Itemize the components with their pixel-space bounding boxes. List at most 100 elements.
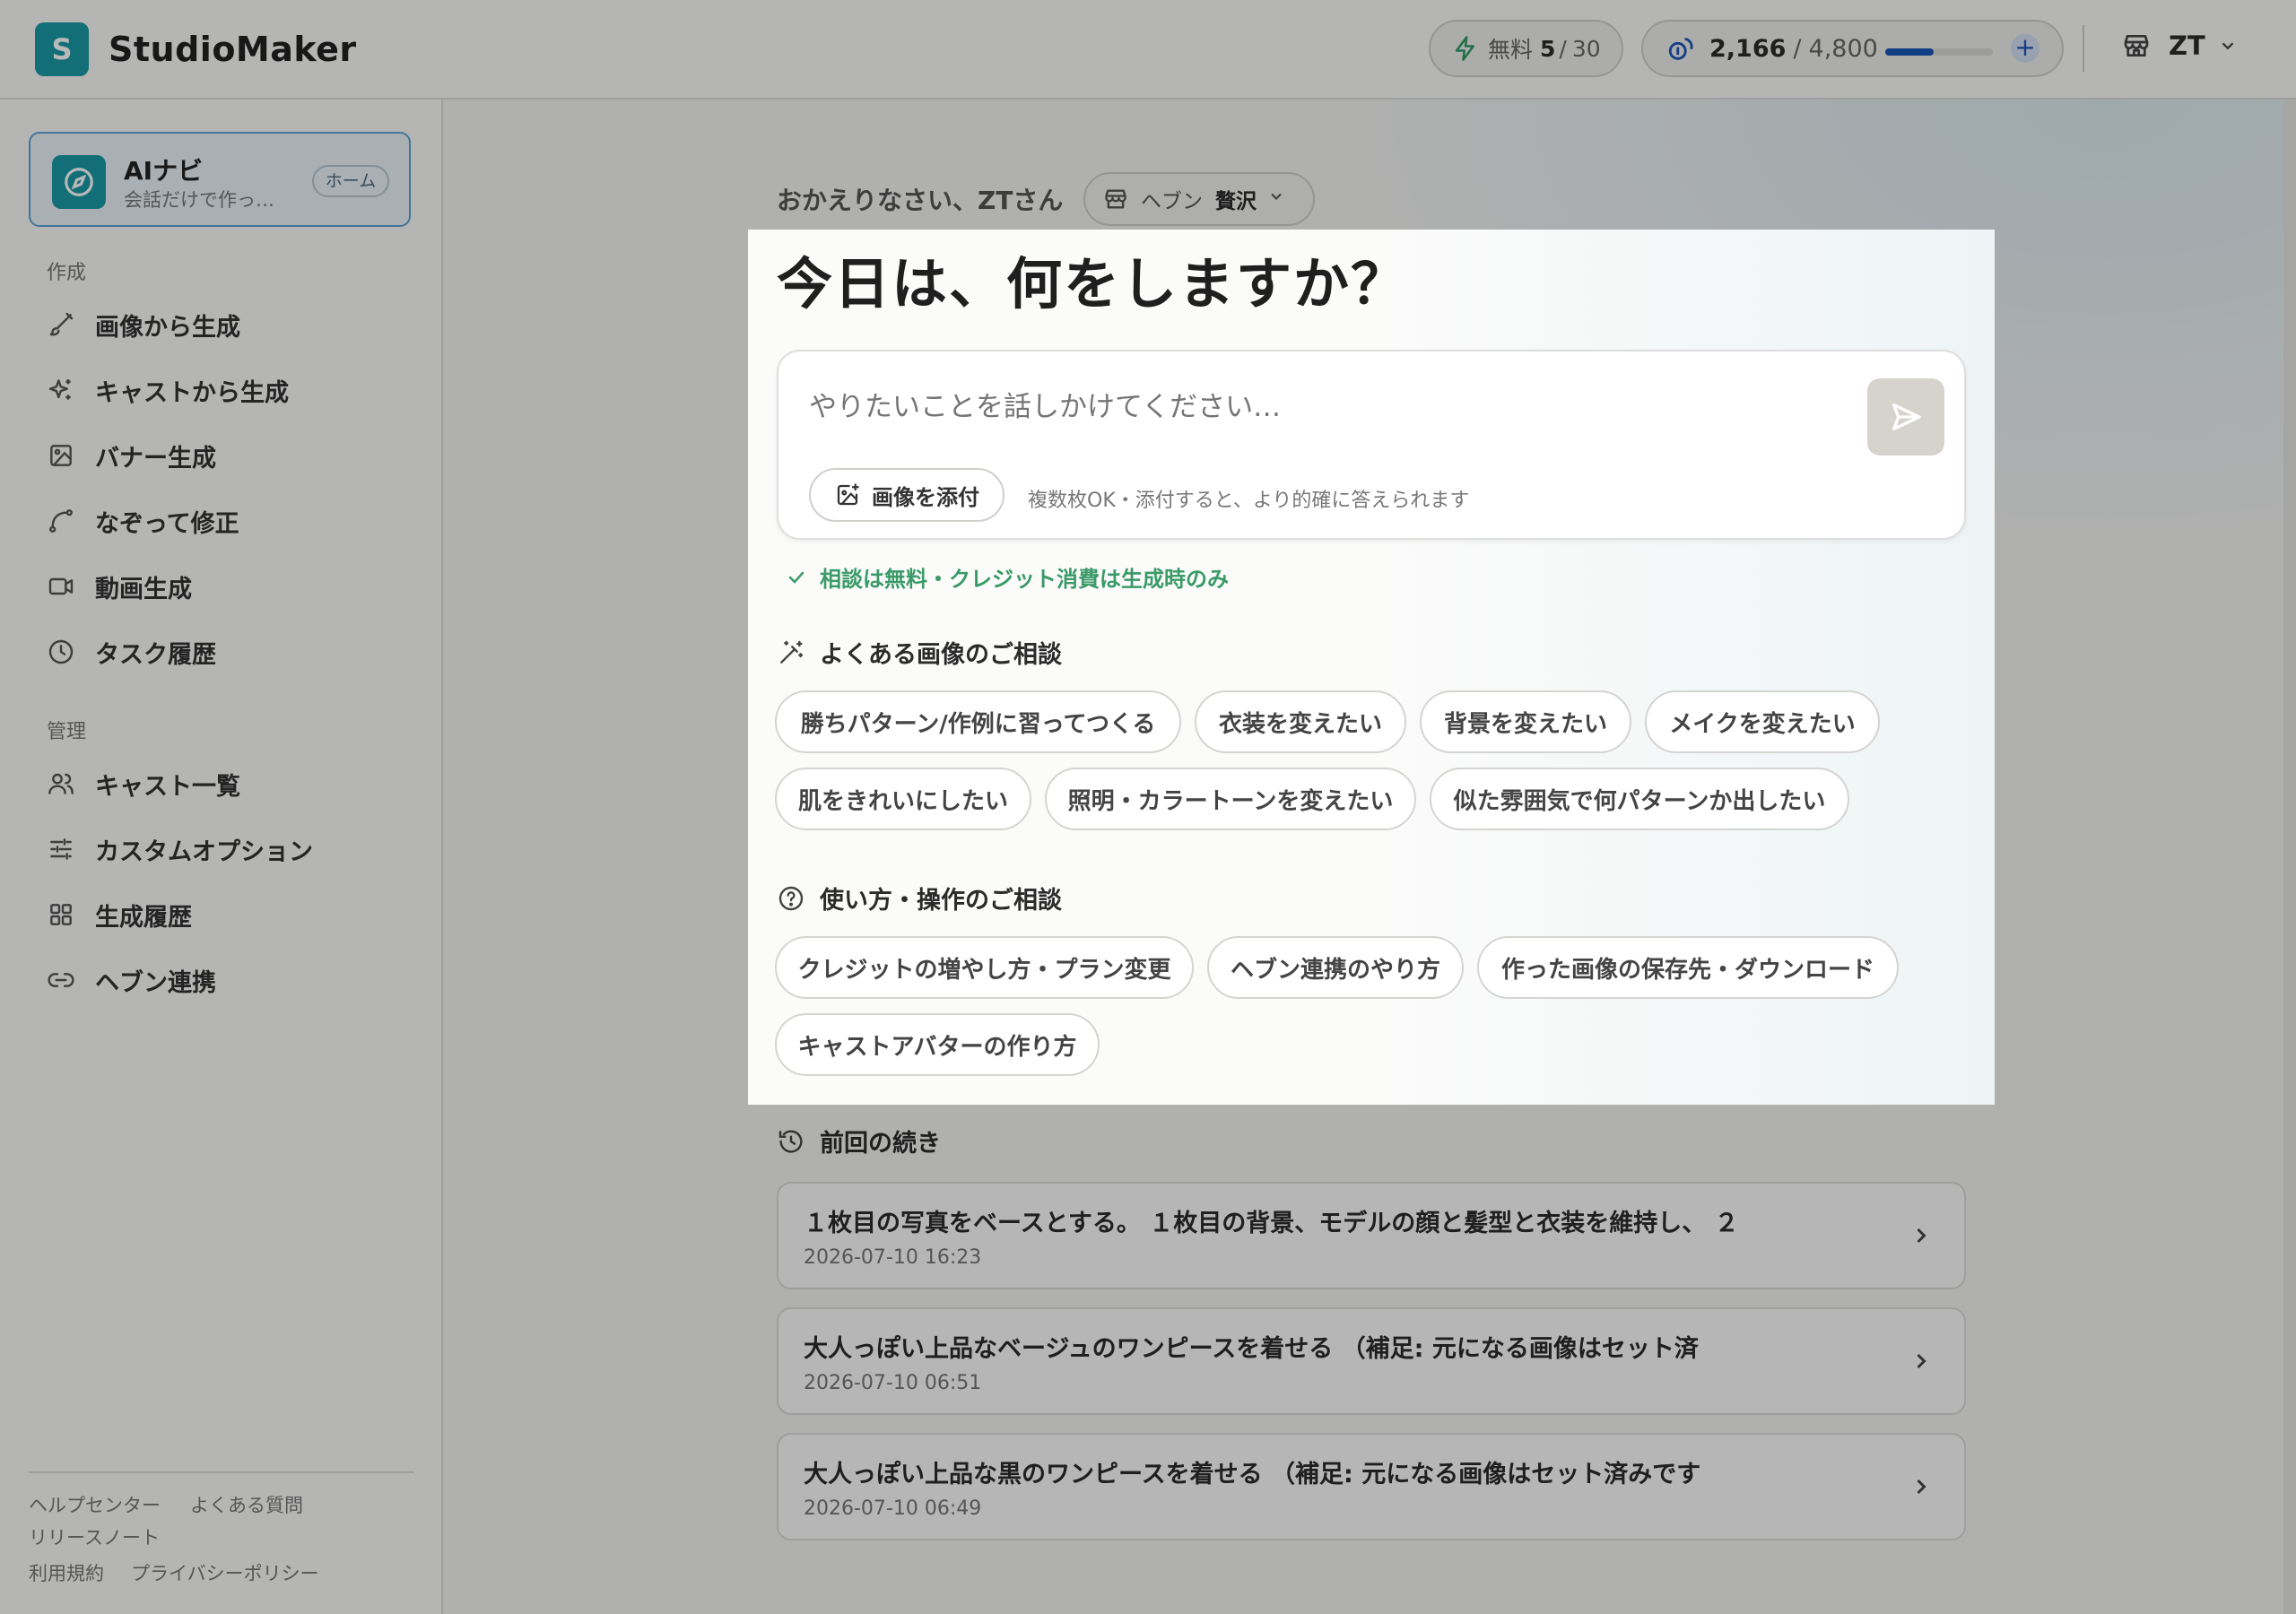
sidebar-item-label: ヘブン連携 xyxy=(95,968,216,997)
sidebar-item-label: キャスト一覧 xyxy=(95,772,240,801)
coins-icon xyxy=(1666,33,1697,64)
app-logo: S xyxy=(35,22,89,76)
help-center-link[interactable]: ヘルプセンター xyxy=(29,1491,161,1518)
free-quota-badge[interactable]: 無料 5 / 30 xyxy=(1429,20,1623,77)
sidebar-item-custom-options[interactable]: カスタムオプション xyxy=(47,829,313,869)
link-icon xyxy=(47,966,75,994)
chat-composer: 画像を添付 複数枚OK・添付すると、より的確に答えられます xyxy=(777,350,1966,540)
privacy-policy-link[interactable]: プライバシーポリシー xyxy=(131,1559,319,1586)
sidebar-item-label: バナー生成 xyxy=(95,444,216,473)
sidebar-item-label: 画像から生成 xyxy=(95,313,240,342)
suggestion-chip[interactable]: キャストアバターの作り方 xyxy=(775,1013,1100,1076)
previous-session-date: 2026-07-10 06:49 xyxy=(804,1497,982,1520)
free-separator: / xyxy=(1559,35,1567,62)
ai-navi-subtitle: 会話だけで作っ… xyxy=(124,189,274,211)
store-label: ヘブン xyxy=(1141,190,1203,213)
attach-image-button[interactable]: 画像を添付 xyxy=(809,468,1004,522)
sidebar-item-task-history[interactable]: タスク履歴 xyxy=(47,632,216,672)
faq-link[interactable]: よくある質問 xyxy=(190,1491,303,1518)
credits-progress-fill xyxy=(1885,48,1934,56)
previous-session-item[interactable]: １枚目の写真をベースとする。 １枚目の背景、モデルの顔と髪型と衣装を維持し、 ２… xyxy=(777,1182,1966,1289)
store-icon xyxy=(1103,187,1128,212)
send-button[interactable] xyxy=(1867,378,1944,456)
sidebar-item-video[interactable]: 動画生成 xyxy=(47,567,192,606)
sidebar-item-label: 生成履歴 xyxy=(95,903,192,932)
store-selector[interactable]: ヘブン 贅沢 xyxy=(1083,172,1315,226)
sidebar-item-label: タスク履歴 xyxy=(95,640,216,669)
suggestion-chip[interactable]: 背景を変えたい xyxy=(1420,690,1631,753)
previous-session-item[interactable]: 大人っぽい上品な黒のワンピースを着せる （補足: 元になる画像はセット済みです … xyxy=(777,1433,1966,1540)
history-icon xyxy=(777,1127,805,1156)
credits-total: 4,800 xyxy=(1808,34,1878,63)
credits-separator: / xyxy=(1793,34,1802,63)
brand[interactable]: S StudioMaker xyxy=(35,22,357,76)
sidebar-item-heaven-link[interactable]: ヘブン連携 xyxy=(47,960,216,1000)
attach-hint: 複数枚OK・添付すると、より的確に答えられます xyxy=(1028,490,1470,512)
free-consult-text: 相談は無料・クレジット消費は生成時のみ xyxy=(820,567,1229,592)
chat-input[interactable] xyxy=(809,391,1840,423)
suggestion-chip[interactable]: 肌をきれいにしたい xyxy=(775,768,1031,830)
account-menu[interactable]: ZT xyxy=(2122,30,2238,61)
clock-icon xyxy=(47,638,75,666)
suggestion-chip[interactable]: 照明・カラートーンを変えたい xyxy=(1045,768,1416,830)
compass-icon xyxy=(52,155,106,209)
home-badge: ホーム xyxy=(312,165,389,197)
page-scrollbar[interactable] xyxy=(2283,100,2296,1614)
previous-session-date: 2026-07-10 16:23 xyxy=(804,1246,982,1269)
suggestion-chip[interactable]: 似た雰囲気で何パターンか出したい xyxy=(1430,768,1849,830)
header-divider xyxy=(2083,25,2084,72)
greeting-text: おかえりなさい、ZTさん xyxy=(777,186,1064,215)
chevron-right-icon xyxy=(1909,1223,1934,1252)
attach-image-label: 画像を添付 xyxy=(872,484,979,510)
suggestion-chip[interactable]: 作った画像の保存先・ダウンロード xyxy=(1477,936,1899,999)
curve-icon xyxy=(47,507,75,535)
sidebar-item-label: なぞって修正 xyxy=(95,509,239,538)
help-circle-icon xyxy=(777,884,805,913)
previous-title: 前回の続き xyxy=(820,1130,941,1158)
suggestion-chip[interactable]: メイクを変えたい xyxy=(1645,690,1880,753)
suggestion-chip[interactable]: クレジットの増やし方・プラン変更 xyxy=(775,936,1194,999)
chevron-right-icon xyxy=(1909,1349,1934,1377)
store-name: 贅沢 xyxy=(1215,190,1257,213)
top-bar: S StudioMaker 無料 5 / 30 2,166 / 4,800 + … xyxy=(0,0,2296,100)
ai-navi-card[interactable]: AIナビ 会話だけで作っ… ホーム xyxy=(29,132,411,227)
image-consult-heading: よくある画像のご相談 xyxy=(777,635,1062,670)
suggestion-chip[interactable]: ヘブン連携のやり方 xyxy=(1207,936,1464,999)
store-icon xyxy=(2122,31,2151,60)
sidebar-item-banner[interactable]: バナー生成 xyxy=(47,436,216,475)
previous-session-text: 大人っぽい上品なベージュのワンピースを着せる （補足: 元になる画像はセット済 xyxy=(804,1335,1699,1363)
credits-value: 2,166 xyxy=(1709,34,1787,63)
terms-link[interactable]: 利用規約 xyxy=(29,1559,104,1586)
magic-wand-icon xyxy=(777,638,805,667)
section-label-manage: 管理 xyxy=(47,721,87,743)
sidebar-item-image-generate[interactable]: 画像から生成 xyxy=(47,305,240,344)
sidebar-item-trace-fix[interactable]: なぞって修正 xyxy=(47,501,239,541)
chevron-right-icon xyxy=(1909,1474,1934,1503)
users-icon xyxy=(47,769,75,798)
video-icon xyxy=(47,572,75,601)
release-notes-link[interactable]: リリースノート xyxy=(29,1523,160,1550)
previous-session-item[interactable]: 大人っぽい上品なベージュのワンピースを着せる （補足: 元になる画像はセット済 … xyxy=(777,1307,1966,1415)
previous-session-date: 2026-07-10 06:51 xyxy=(804,1372,982,1394)
sidebar-footer-divider xyxy=(29,1471,414,1473)
previous-session-text: １枚目の写真をベースとする。 １枚目の背景、モデルの顔と髪型と衣装を維持し、 ２ xyxy=(804,1210,1739,1237)
account-name: ZT xyxy=(2169,30,2205,61)
free-used: 5 xyxy=(1540,35,1556,62)
free-total: 30 xyxy=(1571,35,1601,62)
add-credits-button[interactable]: + xyxy=(2011,34,2039,63)
sidebar-item-label: キャストから生成 xyxy=(95,378,289,407)
image-icon xyxy=(47,441,75,470)
sidebar-item-generate-history[interactable]: 生成履歴 xyxy=(47,895,192,934)
free-label: 無料 xyxy=(1488,37,1534,63)
sidebar-item-label: カスタムオプション xyxy=(95,837,313,866)
suggestion-chip[interactable]: 衣装を変えたい xyxy=(1195,690,1406,753)
sidebar-item-cast-generate[interactable]: キャストから生成 xyxy=(47,370,289,410)
sidebar-item-cast-list[interactable]: キャスト一覧 xyxy=(47,764,240,803)
image-consult-title: よくある画像のご相談 xyxy=(820,641,1062,669)
credits-badge[interactable]: 2,166 / 4,800 + xyxy=(1641,20,2064,77)
previous-session-text: 大人っぽい上品な黒のワンピースを着せる （補足: 元になる画像はセット済みです xyxy=(804,1461,1701,1488)
suggestion-chip[interactable]: 勝ちパターン/作例に習ってつくる xyxy=(775,690,1181,753)
sparkle-icon xyxy=(47,376,75,404)
usage-consult-heading: 使い方・操作のご相談 xyxy=(777,881,1062,915)
page-title: 今日は、何をしますか？ xyxy=(777,251,1409,317)
